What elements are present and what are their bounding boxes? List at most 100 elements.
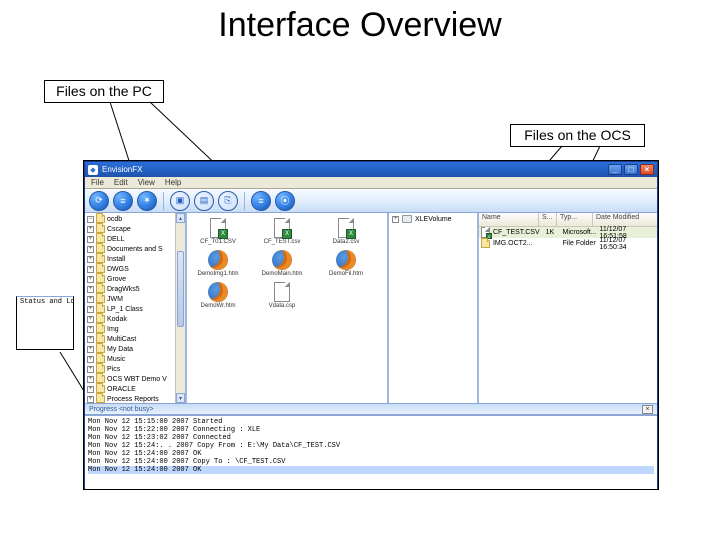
expand-icon[interactable]: + — [87, 346, 94, 353]
folder-icon — [96, 365, 105, 373]
folder-icon — [96, 255, 105, 263]
expand-icon[interactable]: + — [87, 256, 94, 263]
app-window: ◆ EnvisionFX _ □ × File Edit View Help ⟳… — [84, 161, 658, 489]
file-item[interactable]: DemoWr.htm — [191, 281, 245, 309]
folder-icon — [96, 335, 105, 343]
file-item[interactable]: DemoMain.htm — [255, 249, 309, 277]
file-label: DemoImg1.htm — [197, 271, 238, 277]
close-button[interactable]: × — [640, 164, 654, 175]
file-label: CF_T01.CSV — [200, 239, 236, 245]
expand-icon[interactable]: + — [87, 376, 94, 383]
minimize-button[interactable]: _ — [608, 164, 622, 175]
tree-item[interactable]: +Process Reports — [85, 394, 185, 403]
toolbar-button-5[interactable]: ▤ — [194, 191, 214, 211]
file-item[interactable]: Vdata.csp — [255, 281, 309, 309]
pc-file-grid[interactable]: X CF_T01.CSV X CF_TEST.csv X Data2.csv D… — [187, 213, 387, 313]
expand-icon[interactable]: + — [87, 246, 94, 253]
scroll-thumb[interactable] — [177, 251, 184, 327]
callout-files-ocs: Files on the OCS — [510, 124, 645, 147]
folder-icon — [96, 295, 105, 303]
file-label: Vdata.csp — [269, 303, 296, 309]
menu-file[interactable]: File — [91, 178, 104, 187]
expand-icon[interactable]: + — [87, 326, 94, 333]
callout-files-pc: Files on the PC — [44, 80, 164, 103]
toolbar-button-2[interactable]: ≡ — [113, 191, 133, 211]
expand-icon[interactable]: + — [87, 366, 94, 373]
log-line-selected: Mon Nov 12 15:24:00 2007 OK — [88, 466, 654, 474]
toolbar-button-7[interactable]: ≡ — [251, 191, 271, 211]
file-item[interactable]: X CF_T01.CSV — [191, 217, 245, 245]
expand-icon[interactable]: + — [87, 386, 94, 393]
col-name[interactable]: Name — [479, 213, 539, 226]
folder-icon — [481, 240, 490, 248]
folder-icon — [96, 235, 105, 243]
expand-icon[interactable]: + — [87, 316, 94, 323]
expand-icon[interactable]: + — [87, 286, 94, 293]
folder-icon — [96, 265, 105, 273]
menu-view[interactable]: View — [138, 178, 155, 187]
col-type[interactable]: Typ... — [557, 213, 593, 226]
toolbar-button-4[interactable]: ▣ — [170, 191, 190, 211]
workarea: −ocdb +Cscape +DELL +Documents and S +In… — [85, 213, 657, 403]
html-file-icon — [208, 250, 228, 270]
expand-icon[interactable]: + — [87, 396, 94, 403]
expand-icon[interactable]: + — [87, 236, 94, 243]
toolbar: ⟳ ≡ ✶ ▣ ▤ ⎘ ≡ ⦿ — [85, 189, 657, 213]
status-log[interactable]: Mon Nov 12 15:15:00 2007 Started Mon Nov… — [85, 415, 657, 489]
log-line: Mon Nov 12 15:15:00 2007 Started — [88, 418, 654, 426]
csv-file-icon: X — [210, 218, 226, 238]
folder-icon — [96, 285, 105, 293]
titlebar[interactable]: ◆ EnvisionFX _ □ × — [85, 162, 657, 177]
file-label: DemoWr.htm — [201, 303, 236, 309]
expand-icon[interactable]: + — [87, 336, 94, 343]
file-label: Data2.csv — [333, 239, 360, 245]
file-label: CF_TEST.csv — [264, 239, 301, 245]
file-item[interactable]: DemoFil.htm — [319, 249, 373, 277]
log-line: Mon Nov 12 15:24:00 2007 OK — [88, 450, 654, 458]
ocs-file-row[interactable]: IMG.OCT2... File Folder 11/12/07 16:50:3… — [479, 238, 657, 249]
expand-icon[interactable]: + — [87, 356, 94, 363]
col-date[interactable]: Date Modified — [593, 213, 657, 226]
scroll-down-icon[interactable]: ▾ — [176, 393, 185, 403]
progress-label: Progress <not busy> — [89, 406, 154, 413]
menu-edit[interactable]: Edit — [114, 178, 128, 187]
file-item[interactable]: DemoImg1.htm — [191, 249, 245, 277]
log-line: Mon Nov 12 15:24:00 2007 Copy To : \CF_T… — [88, 458, 654, 466]
maximize-button[interactable]: □ — [624, 164, 638, 175]
expand-icon[interactable]: + — [87, 226, 94, 233]
tree-scrollbar[interactable]: ▴ ▾ — [175, 213, 185, 403]
folder-icon — [96, 345, 105, 353]
file-item[interactable]: X CF_TEST.csv — [255, 217, 309, 245]
csv-file-icon: X — [481, 227, 490, 238]
scroll-up-icon[interactable]: ▴ — [176, 213, 185, 223]
folder-icon — [96, 355, 105, 363]
menu-help[interactable]: Help — [165, 178, 181, 187]
html-file-icon — [336, 250, 356, 270]
progress-cancel-button[interactable]: × — [642, 405, 653, 414]
ocs-path-pane: + XLEVolume — [389, 213, 479, 403]
html-file-icon — [272, 250, 292, 270]
window-title: EnvisionFX — [102, 165, 142, 174]
drive-icon — [402, 215, 412, 223]
menubar: File Edit View Help — [85, 177, 657, 189]
pc-folder-tree-pane: −ocdb +Cscape +DELL +Documents and S +In… — [85, 213, 187, 403]
expand-icon[interactable]: + — [87, 266, 94, 273]
folder-tree[interactable]: −ocdb +Cscape +DELL +Documents and S +In… — [85, 213, 185, 403]
callout-status-log: Status and Log — [16, 296, 74, 350]
col-size[interactable]: S... — [539, 213, 557, 226]
expand-icon[interactable]: + — [392, 216, 399, 223]
file-label: DemoFil.htm — [329, 271, 363, 277]
folder-icon — [96, 275, 105, 283]
toolbar-button-8[interactable]: ⦿ — [275, 191, 295, 211]
expand-icon[interactable]: − — [87, 216, 94, 223]
toolbar-button-3[interactable]: ✶ — [137, 191, 157, 211]
toolbar-button-6[interactable]: ⎘ — [218, 191, 238, 211]
expand-icon[interactable]: + — [87, 276, 94, 283]
folder-icon — [96, 245, 105, 253]
expand-icon[interactable]: + — [87, 306, 94, 313]
ocs-drive-row[interactable]: + XLEVolume — [389, 213, 477, 225]
log-line: Mon Nov 12 15:23:02 2007 Connected — [88, 434, 654, 442]
expand-icon[interactable]: + — [87, 296, 94, 303]
file-item[interactable]: X Data2.csv — [319, 217, 373, 245]
toolbar-button-1[interactable]: ⟳ — [89, 191, 109, 211]
